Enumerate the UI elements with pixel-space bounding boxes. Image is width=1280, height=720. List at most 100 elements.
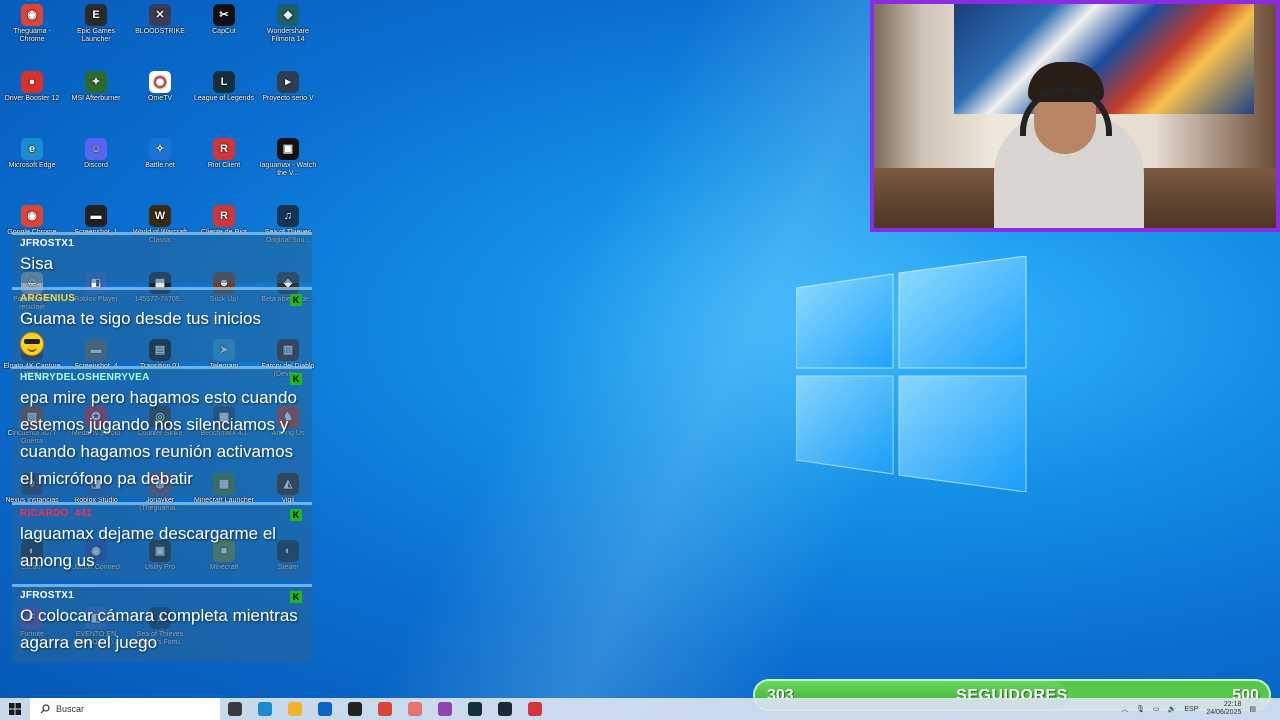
taskbar-app-glyph	[318, 702, 332, 716]
chat-message: HENRYDELOSHENRYVEA Kepa mire pero hagamos…	[12, 366, 312, 498]
chat-message: ARGENIUS K Guama te sigo desde tus inicios	[12, 287, 312, 362]
volume-icon[interactable]: 🔊	[1168, 705, 1177, 713]
chat-message: RICARDO_441 Klaguamax dejame descargarme …	[12, 502, 312, 580]
file-explorer-icon[interactable]	[280, 698, 310, 720]
desktop-icon-label: MSI Afterburner	[71, 95, 121, 102]
start-button[interactable]	[0, 698, 30, 720]
desktop-icon-label: Proyecto serio V	[262, 95, 314, 102]
windows-start-icon	[9, 703, 21, 715]
task-view-icon[interactable]	[220, 698, 250, 720]
chrome-icon[interactable]	[370, 698, 400, 720]
desktop-icon[interactable]: E Epic Games Launcher	[64, 0, 128, 44]
app-icon: e	[21, 138, 43, 160]
kick-badge-icon: K	[290, 373, 302, 385]
desktop-icon[interactable]: ☺ Discord	[64, 134, 128, 170]
taskbar-pinned-apps	[220, 698, 550, 720]
mail-icon[interactable]	[400, 698, 430, 720]
desktop-icon[interactable]: ▸ Proyecto serio V	[256, 67, 320, 103]
league-icon[interactable]	[460, 698, 490, 720]
desktop-icon[interactable]: ✦ MSI Afterburner	[64, 67, 128, 103]
desktop-icon-label: Battle.net	[145, 162, 175, 169]
desktop-icon[interactable]: ▣ Iaguamax - Watch the V...	[256, 134, 320, 178]
chat-text: epa mire pero hagamos esto cuando estemo…	[20, 388, 297, 488]
app-icon: R	[213, 205, 235, 227]
app-icon: ✦	[85, 71, 107, 93]
windows-logo	[796, 256, 1027, 492]
desktop-icon-label: Driver Booster 12	[4, 95, 60, 102]
clock-time: 22:18	[1223, 701, 1242, 708]
taskbar-app-glyph	[498, 702, 512, 716]
chevron-up-icon[interactable]: ︿	[1121, 704, 1128, 714]
notifications-icon[interactable]: ▤	[1249, 705, 1256, 713]
kick-badge-icon: K	[290, 591, 302, 603]
desktop-icon-label: Epic Games Launcher	[76, 28, 116, 43]
taskbar-app-glyph	[348, 702, 362, 716]
chat-message: JFROSTX1 Sisa	[12, 232, 312, 283]
chat-text: Guama te sigo desde tus inicios	[20, 309, 261, 328]
steam-icon[interactable]	[490, 698, 520, 720]
desktop-icon-label: CapCut	[212, 28, 236, 35]
taskbar-app-glyph	[288, 702, 302, 716]
desktop-icon-label: Riot Client	[207, 162, 241, 169]
language-indicator[interactable]: ESP	[1184, 706, 1198, 713]
taskbar-clock[interactable]: 22:18 24/06/2025	[1206, 701, 1241, 717]
taskbar-app-glyph	[228, 702, 242, 716]
chat-text: laguamax dejame descargarme el among us	[20, 524, 277, 570]
obs-icon[interactable]	[340, 698, 370, 720]
app-icon: ◯	[149, 71, 171, 93]
desktop-icon[interactable]: ✕ BLOODSTRIKE	[128, 0, 192, 36]
desktop-icon[interactable]: ● Driver Booster 12	[0, 67, 64, 103]
desktop-icon-label: Theguama - Chrome	[13, 28, 51, 43]
taskbar-app-glyph	[408, 702, 422, 716]
desktop-icon[interactable]: R Riot Client	[192, 134, 256, 170]
desktop-icon-label: Discord	[84, 162, 108, 169]
app-icon: ◉	[21, 4, 43, 26]
app-icon: ☺	[85, 138, 107, 160]
taskbar-app-glyph	[258, 702, 272, 716]
edge-icon[interactable]	[250, 698, 280, 720]
app-icon: L	[213, 71, 235, 93]
riot-icon[interactable]	[520, 698, 550, 720]
desktop-icon-label: OmeTV	[147, 95, 173, 102]
app-icon: ✕	[149, 4, 171, 26]
sunglasses-emote-icon	[20, 332, 44, 356]
desktop-icon[interactable]: ✧ Battle.net	[128, 134, 192, 170]
app-icon: ✂	[213, 4, 235, 26]
search-placeholder: Buscar	[56, 704, 85, 714]
desktop-icon[interactable]: e Microsoft Edge	[0, 134, 64, 170]
app-icon: ✧	[149, 138, 171, 160]
app-icon: W	[149, 205, 171, 227]
network-icon[interactable]: ▭	[1153, 705, 1160, 713]
desktop-icon[interactable]: ◉ Theguama - Chrome	[0, 0, 64, 44]
app-icon: ▣	[277, 138, 299, 160]
chat-username: JFROSTX1	[20, 238, 75, 249]
desktop-icon[interactable]: L League of Legends	[192, 67, 256, 103]
app-icon: ◉	[21, 205, 43, 227]
desktop-icon-label: Wondershare Filmora 14	[267, 28, 309, 43]
clock-date: 24/06/2025	[1206, 709, 1242, 716]
desktop-icon-label: BLOODSTRIKE	[135, 28, 185, 35]
kick-badge-icon: K	[290, 509, 302, 521]
desktop-icon-label: Microsoft Edge	[8, 162, 56, 169]
taskbar-app-glyph	[438, 702, 452, 716]
chat-text: Sisa	[20, 254, 54, 273]
chat-message: JFROSTX1 K O colocar cámara completa mient…	[12, 584, 312, 662]
app-icon: ◆	[277, 4, 299, 26]
app-icon: ▬	[85, 205, 107, 227]
taskbar-search-box[interactable]: Buscar	[30, 698, 220, 720]
search-icon	[40, 704, 50, 714]
webcam-overlay	[870, 0, 1280, 232]
desktop-icon[interactable]: ◯ OmeTV	[128, 67, 192, 103]
colorful-app-icon[interactable]	[430, 698, 460, 720]
desktop-icon[interactable]: ✂ CapCut	[192, 0, 256, 36]
taskbar-app-glyph	[468, 702, 482, 716]
chat-username: ARGENIUS	[20, 293, 76, 304]
app-icon: E	[85, 4, 107, 26]
system-tray: ︿ 🎙 ▭ 🔊 ESP 22:18 24/06/2025 ▤	[1121, 698, 1256, 720]
outlook-icon[interactable]	[310, 698, 340, 720]
desktop-icon[interactable]: ◆ Wondershare Filmora 14	[256, 0, 320, 44]
stream-chat-overlay: JFROSTX1 Sisa ARGENIUS K Guama te sigo desde…	[12, 232, 312, 666]
microphone-icon[interactable]: 🎙	[1136, 705, 1145, 713]
chat-username: JFROSTX1	[20, 590, 75, 601]
taskbar-app-glyph	[528, 702, 542, 716]
